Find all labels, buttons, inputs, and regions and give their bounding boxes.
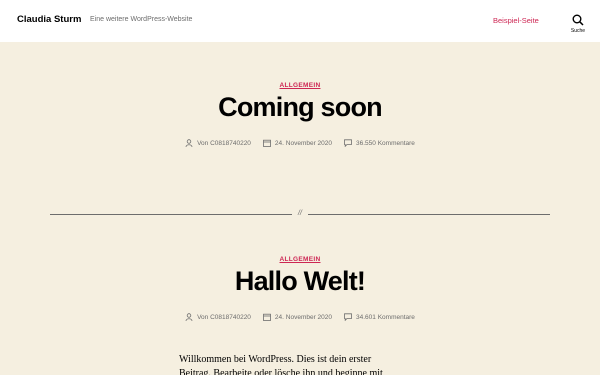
post-category-link[interactable]: ALLGEMEIN [280,256,321,263]
post-title-wrap: Hallo Welt! [0,266,600,297]
calendar-icon [263,139,271,147]
post-comments[interactable]: 36.550 Kommentare [344,139,415,147]
post-author[interactable]: Von C0818740220 [185,313,251,321]
site-description: Eine weitere WordPress-Website [90,16,193,23]
post-content-line: Willkommen bei WordPress. Dies ist dein … [179,354,372,365]
post-coming-soon: ALLGEMEIN [0,74,600,92]
post-author[interactable]: Von C0818740220 [185,139,251,147]
post-comments-text: 36.550 Kommentare [356,139,415,147]
post-author-text: Von C0818740220 [197,139,251,147]
post-comments-text: 34.601 Kommentare [356,313,415,321]
post-comments[interactable]: 34.601 Kommentare [344,313,415,321]
post-category-link[interactable]: ALLGEMEIN [280,82,321,89]
post-hallo-welt: ALLGEMEIN [0,248,600,266]
calendar-icon [263,313,271,321]
post-meta: Von C0818740220 24. November 2020 34.601… [0,313,600,321]
post-author-text: Von C0818740220 [197,313,251,321]
separator-mark: // [292,209,308,219]
post-title[interactable]: Coming soon [0,92,600,123]
search-label: Suche [570,28,586,34]
user-icon [185,313,193,321]
post-content-line: Beitrag. Bearbeite oder lösche ihn und b… [179,368,383,375]
post-content: Willkommen bei WordPress. Dies ist dein … [179,353,424,375]
comment-icon [344,313,352,321]
site-title[interactable]: Claudia Sturm [17,14,81,25]
post-date[interactable]: 24. November 2020 [263,313,332,321]
post-meta: Von C0818740220 24. November 2020 36.550… [0,139,600,147]
nav-item-beispiel-seite[interactable]: Beispiel-Seite [493,16,539,25]
post-date[interactable]: 24. November 2020 [263,139,332,147]
search-button[interactable]: Suche [566,14,590,36]
user-icon [185,139,193,147]
site-header: Claudia Sturm Eine weitere WordPress-Web… [0,0,600,42]
post-title-wrap: Coming soon [0,92,600,123]
post-date-text: 24. November 2020 [274,313,333,321]
post-title[interactable]: Hallo Welt! [0,266,600,297]
comment-icon [344,139,352,147]
post-date-text: 24. November 2020 [274,139,333,147]
search-icon [572,14,584,26]
